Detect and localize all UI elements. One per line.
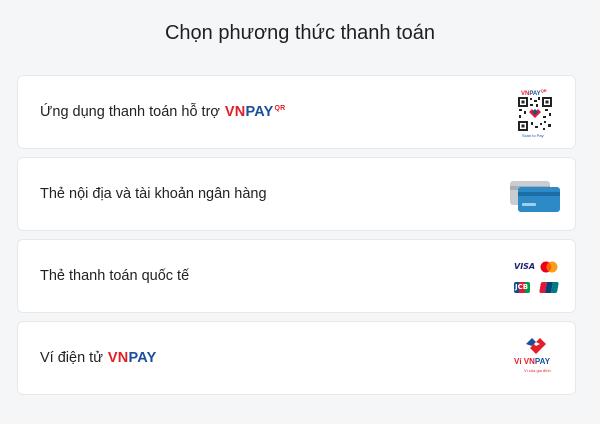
payment-method-vnpay-qr[interactable]: Ứng dụng thanh toán hỗ trợ VNPAYQR VNPAY…	[17, 75, 576, 149]
payment-method-domestic-card[interactable]: Thẻ nội địa và tài khoản ngân hàng	[17, 157, 576, 231]
bank-card-icon	[510, 181, 560, 212]
page-title: Chọn phương thức thanh toán	[164, 22, 436, 44]
payment-method-vnpay-wallet[interactable]: Ví điện tử VNPAY Ví VNPAY Ví của gia đìn…	[17, 321, 576, 395]
vnpay-brand: VNPAY	[107, 350, 157, 366]
unionpay-logo	[539, 282, 559, 293]
qr-code-icon	[517, 96, 553, 132]
method-label: Ứng dụng thanh toán hỗ trợ VNPAYQR	[40, 104, 286, 120]
jcb-logo: JCB	[514, 282, 530, 293]
mastercard-logo	[540, 261, 558, 273]
payment-method-international-card[interactable]: Thẻ thanh toán quốc tế VISA JCB	[17, 239, 576, 313]
international-cards-icon: VISA JCB	[512, 258, 562, 298]
vnpay-mark-icon	[526, 338, 546, 354]
vnpay-qr-brand: VNPAYQR	[224, 104, 286, 120]
vnpay-wallet-logo: Ví VNPAY Ví của gia đình	[513, 338, 559, 382]
method-label: Ví điện tử VNPAY	[40, 350, 157, 366]
method-label: Thẻ thanh toán quốc tế	[40, 268, 190, 284]
vnpay-qr-logo: VNPAYQR Scan to Pay	[515, 88, 555, 138]
method-label: Thẻ nội địa và tài khoản ngân hàng	[40, 186, 267, 202]
visa-logo: VISA	[514, 262, 536, 271]
